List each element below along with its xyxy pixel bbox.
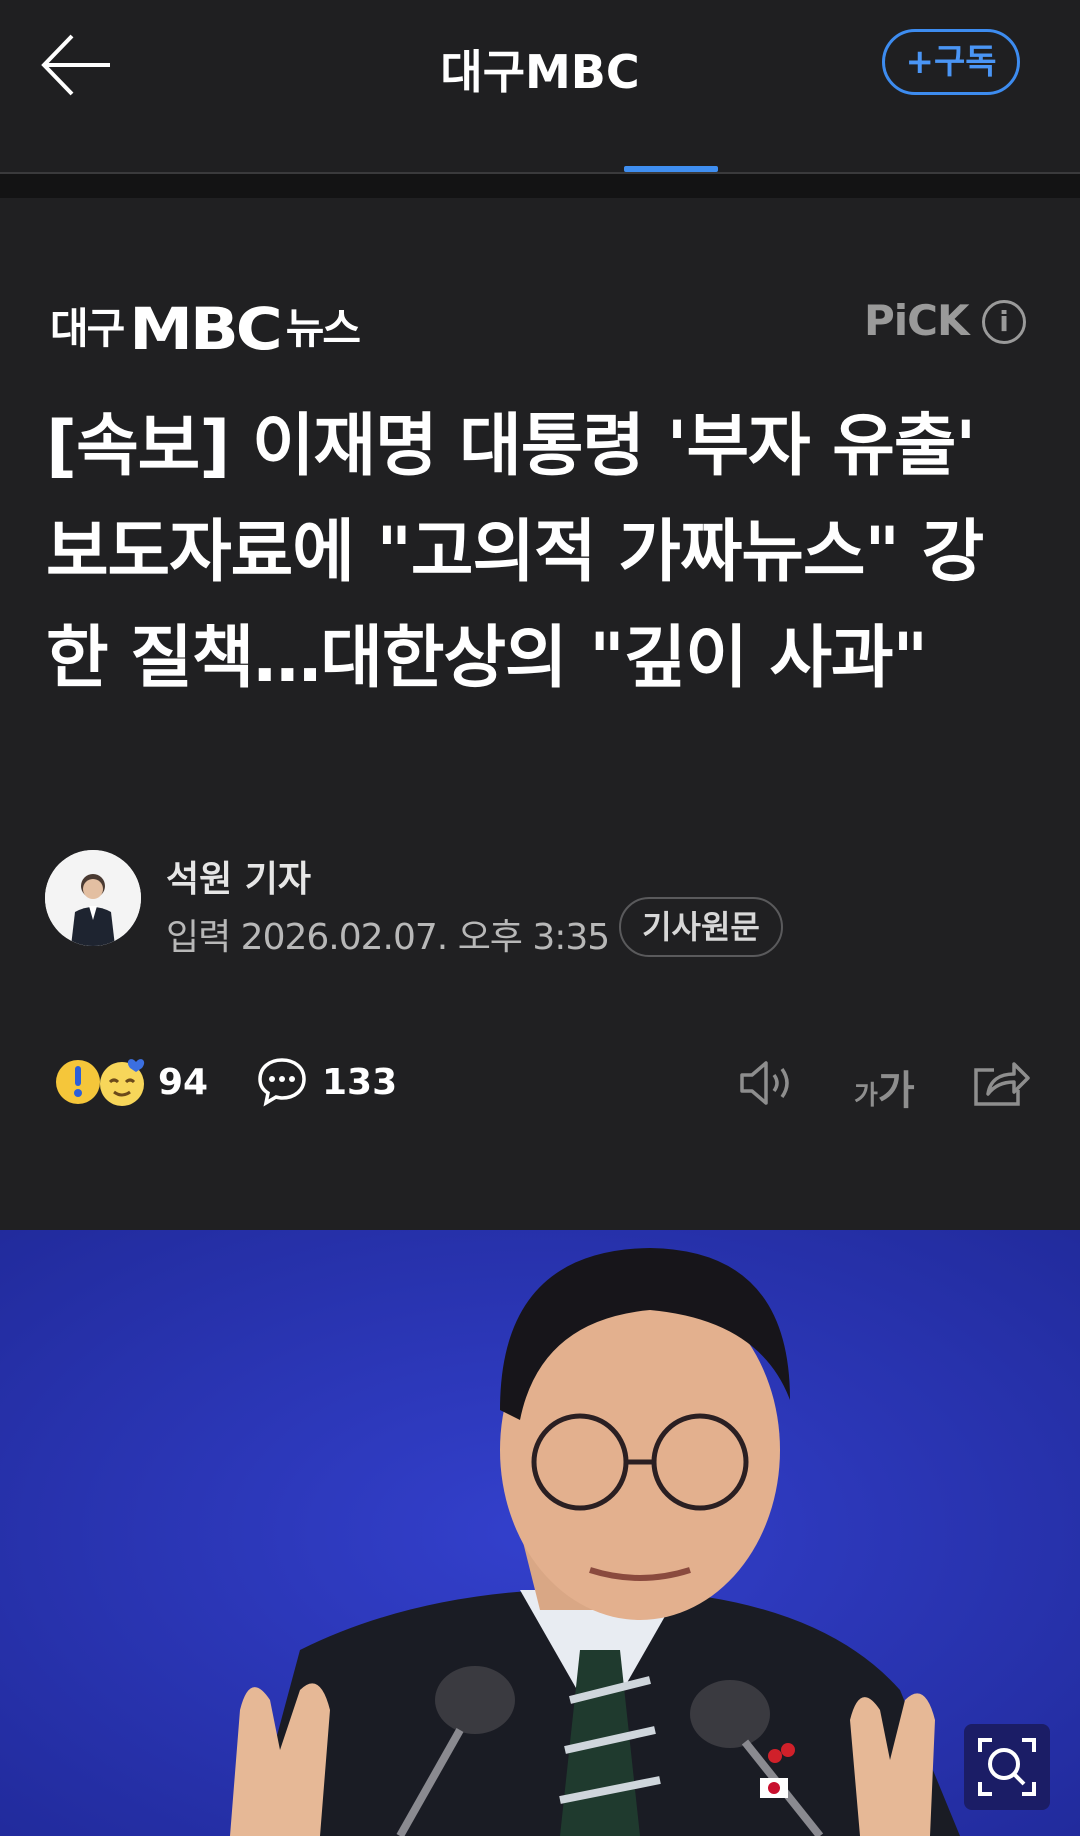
share-button[interactable] [970, 1056, 1030, 1110]
reaction-count: 94 [158, 1061, 209, 1103]
text-to-speech-button[interactable] [736, 1056, 796, 1110]
zoom-search-icon [978, 1738, 1036, 1796]
comment-count: 133 [322, 1061, 398, 1103]
tab-indicator [624, 166, 718, 172]
separator-band [0, 174, 1080, 198]
publish-date: 입력 2026.02.07. 오후 3:35 [166, 917, 610, 958]
reporter-name[interactable]: 석원 기자 [166, 850, 311, 902]
press-logo-mbc: MBC [129, 296, 282, 364]
speech-bubble-icon [258, 1058, 306, 1107]
font-big-glyph: 가 [877, 1068, 915, 1114]
image-zoom-button[interactable] [964, 1724, 1050, 1810]
comment-button[interactable]: 133 [256, 1056, 397, 1108]
press-logo-suffix: 뉴스 [285, 304, 361, 353]
press-logo[interactable]: 대구 MBC 뉴스 [50, 296, 361, 364]
speaker-icon [740, 1061, 789, 1105]
reporter-photo [45, 850, 141, 946]
top-bar: 대구MBC +구독 [0, 0, 1080, 174]
surprise-emoji-icon [56, 1059, 145, 1106]
reaction-emojis [56, 1056, 150, 1108]
avatar[interactable] [45, 850, 141, 946]
article-headline: [속보] 이재명 대통령 '부자 유출' 보도자료에 "고의적 가짜뉴스" 강한… [46, 407, 984, 698]
article-photo[interactable] [0, 1230, 1080, 1836]
press-logo-prefix: 대구 [50, 304, 125, 353]
font-size-button[interactable]: 가가 [854, 1058, 915, 1116]
original-article-button[interactable]: 기사원문 [619, 897, 783, 957]
article-image [0, 1230, 1080, 1836]
pick-badge: PiCK [864, 296, 970, 345]
info-icon[interactable]: i [982, 300, 1026, 344]
subscribe-button[interactable]: +구독 [882, 29, 1020, 95]
share-icon [974, 1062, 1030, 1106]
reaction-button[interactable]: 94 [56, 1056, 208, 1108]
font-small-glyph: 가 [854, 1081, 878, 1111]
